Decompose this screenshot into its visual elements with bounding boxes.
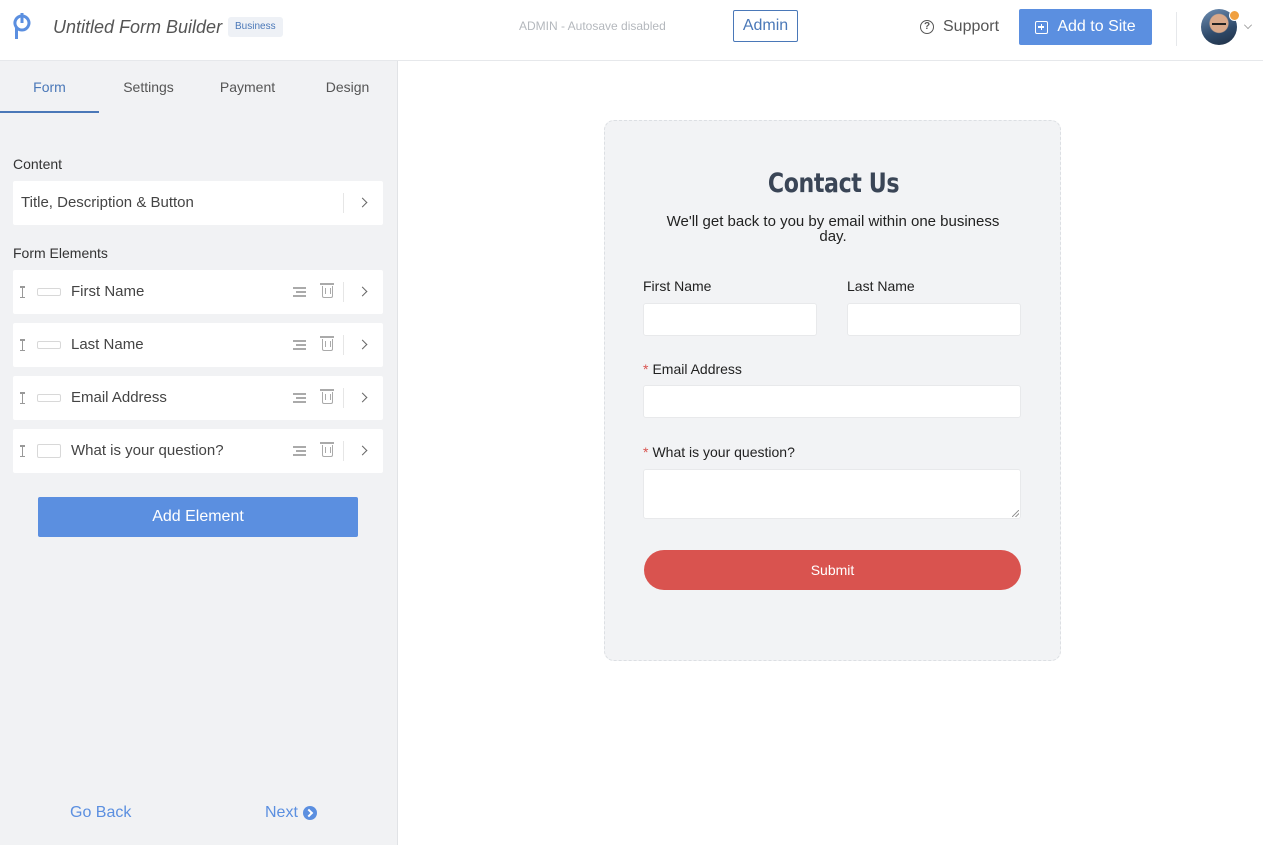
tab-settings[interactable]: Settings [99, 61, 198, 113]
plus-square-icon [1035, 20, 1049, 34]
row-separator [343, 282, 344, 302]
notification-dot [1229, 10, 1240, 21]
element-row-last-name[interactable]: Last Name [13, 323, 383, 367]
content-item-label: Title, Description & Button [21, 194, 194, 211]
drag-handle-icon[interactable] [19, 286, 25, 298]
question-textarea[interactable] [643, 469, 1021, 519]
email-label: * Email Address [643, 361, 742, 377]
question-label: * What is your question? [643, 444, 795, 460]
top-header: Untitled Form Builder Business ADMIN - A… [0, 0, 1263, 61]
element-row-email-address[interactable]: Email Address [13, 376, 383, 420]
duplicate-icon[interactable] [293, 338, 306, 352]
sidebar-tabs: Form Settings Payment Design [0, 61, 397, 113]
form-description: We'll get back to you by email within on… [666, 213, 1000, 245]
resize-handle-icon[interactable] [1012, 510, 1019, 517]
support-link[interactable]: ? Support [920, 17, 999, 37]
header-divider [1176, 12, 1177, 46]
element-label: Last Name [71, 336, 144, 353]
content-section-label: Content [13, 156, 63, 172]
chevron-right-icon[interactable] [357, 286, 368, 297]
duplicate-icon[interactable] [293, 391, 306, 405]
row-separator [343, 388, 344, 408]
email-label-text: Email Address [652, 361, 742, 377]
row-separator [343, 441, 344, 461]
row-separator [343, 193, 344, 213]
drag-handle-icon[interactable] [19, 339, 25, 351]
trash-icon[interactable] [320, 336, 334, 351]
email-field-icon [37, 394, 61, 402]
required-marker: * [643, 361, 649, 377]
trash-icon[interactable] [320, 389, 334, 404]
autosave-status: ADMIN - Autosave disabled [519, 19, 666, 33]
chevron-right-icon[interactable] [357, 392, 368, 403]
form-elements-section-label: Form Elements [13, 245, 108, 261]
duplicate-icon[interactable] [293, 285, 306, 299]
help-circle-icon: ? [920, 20, 934, 34]
chevron-right-icon[interactable] [357, 339, 368, 350]
submit-button[interactable]: Submit [644, 550, 1021, 590]
next-label: Next [265, 804, 298, 821]
element-row-first-name[interactable]: First Name [13, 270, 383, 314]
last-name-label: Last Name [847, 278, 915, 294]
form-heading: Contact Us [767, 168, 900, 199]
required-marker: * [643, 444, 649, 460]
element-label: Email Address [71, 389, 167, 406]
arrow-right-circle-icon [302, 806, 317, 820]
sidebar: Form Settings Payment Design Content Tit… [0, 61, 398, 845]
tab-form[interactable]: Form [0, 61, 99, 113]
chevron-right-icon[interactable] [357, 445, 368, 456]
first-name-input[interactable] [643, 303, 817, 336]
question-label-text: What is your question? [652, 444, 795, 460]
form-title-input[interactable]: Untitled Form Builder [53, 17, 222, 38]
add-to-site-label: Add to Site [1057, 18, 1136, 35]
content-item-title-description-button[interactable]: Title, Description & Button [13, 181, 383, 225]
element-label: First Name [71, 283, 145, 300]
app-logo-icon[interactable] [12, 13, 32, 39]
add-element-button[interactable]: Add Element [38, 497, 358, 537]
drag-handle-icon[interactable] [19, 392, 25, 404]
chevron-right-icon[interactable] [357, 197, 368, 208]
first-name-label: First Name [643, 278, 712, 294]
form-preview-card[interactable]: Contact Us We'll get back to you by emai… [604, 120, 1061, 661]
admin-button[interactable]: Admin [733, 10, 798, 42]
go-back-link[interactable]: Go Back [70, 804, 131, 822]
tab-payment[interactable]: Payment [198, 61, 297, 113]
textarea-field-icon [37, 444, 61, 458]
support-label: Support [943, 18, 1000, 35]
element-row-question[interactable]: What is your question? [13, 429, 383, 473]
last-name-input[interactable] [847, 303, 1021, 336]
plan-badge: Business [228, 17, 283, 37]
text-field-icon [37, 341, 61, 349]
drag-handle-icon[interactable] [19, 445, 25, 457]
tab-design[interactable]: Design [298, 61, 397, 113]
chevron-down-icon[interactable] [1244, 21, 1252, 29]
element-label: What is your question? [71, 442, 224, 459]
trash-icon[interactable] [320, 442, 334, 457]
next-link[interactable]: Next [265, 804, 317, 822]
duplicate-icon[interactable] [293, 444, 306, 458]
add-to-site-button[interactable]: Add to Site [1019, 9, 1152, 45]
row-separator [343, 335, 344, 355]
trash-icon[interactable] [320, 283, 334, 298]
text-field-icon [37, 288, 61, 296]
email-input[interactable] [643, 385, 1021, 418]
